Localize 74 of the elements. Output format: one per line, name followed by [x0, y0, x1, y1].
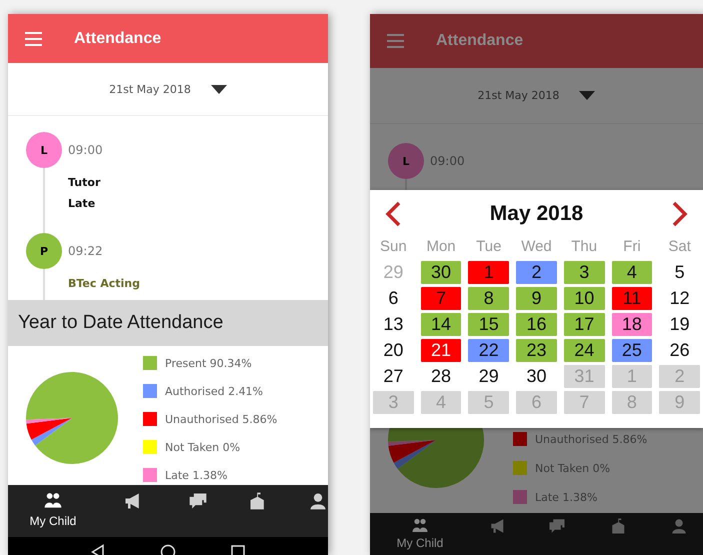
calendar-day[interactable]: 4 [612, 261, 652, 284]
calendar-day[interactable]: 29 [468, 365, 510, 388]
event-time: 09:00 [68, 142, 104, 159]
calendar-day[interactable]: 26 [659, 339, 700, 362]
calendar-day[interactable]: 16 [516, 313, 557, 336]
menu-icon[interactable] [387, 34, 404, 48]
event-time: 09:00 [430, 153, 466, 170]
calendar-day[interactable]: 8 [468, 287, 510, 310]
calendar-day[interactable]: 21 [420, 339, 462, 362]
event-detail: Tutor [68, 175, 102, 191]
legend-label: Unauthorised 5.86% [165, 412, 278, 426]
calendar-day[interactable]: 12 [659, 287, 700, 310]
calendar-day[interactable]: 11 [612, 287, 652, 310]
calendar-day[interactable]: 23 [516, 339, 557, 362]
event-time: 09:22 [68, 243, 104, 260]
chat-icon [548, 517, 566, 535]
subject-name: BTec Acting [68, 276, 142, 292]
attendance-mark: L [26, 132, 62, 168]
weekday-label: Mon [425, 238, 457, 257]
calendar-day[interactable]: 19 [659, 313, 700, 336]
calendar-day[interactable]: 28 [420, 365, 462, 388]
calendar-day[interactable]: 7 [420, 287, 462, 310]
calendar-day[interactable]: 3 [564, 261, 605, 284]
calendar-day[interactable]: 17 [564, 313, 605, 336]
legend-label: Unauthorised 5.86% [535, 432, 648, 446]
calendar-day[interactable]: 2 [516, 261, 557, 284]
calendar-day[interactable]: 27 [373, 365, 414, 388]
caret-icon [210, 84, 227, 94]
menu-icon[interactable] [25, 32, 42, 46]
calendar-day[interactable]: 30 [420, 261, 462, 284]
chevron-right-icon[interactable] [670, 201, 690, 227]
screen-title: Attendance [436, 32, 524, 50]
event-detail: Late [68, 196, 96, 212]
calendar-day[interactable]: 30 [516, 365, 557, 388]
legend-label: Late 1.38% [535, 490, 598, 504]
calendar-day[interactable]: 9 [516, 287, 557, 310]
weekday-label: Sat [667, 238, 692, 257]
attendance-mark: P [26, 233, 62, 269]
legend-label: Not Taken 0% [535, 462, 610, 474]
weekday-label: Tue [475, 238, 502, 257]
date-picker[interactable]: 21st May 2018 [105, 80, 231, 98]
screen-title: Attendance [74, 30, 162, 48]
people-icon [411, 517, 429, 535]
calendar-day[interactable]: 24 [564, 339, 605, 362]
nav-tab[interactable]: My Child [370, 513, 470, 555]
weekday-label: Thu [570, 238, 598, 257]
calendar-day[interactable]: 13 [373, 313, 414, 336]
month-title: May 2018 [490, 202, 584, 226]
calendar-day[interactable]: 20 [373, 339, 414, 362]
calendar-day[interactable]: 10 [564, 287, 605, 310]
weekday-label: Sun [379, 238, 408, 257]
legend-label: Not Taken 0% [165, 440, 240, 454]
caret-icon [579, 91, 596, 100]
person-icon [308, 491, 328, 511]
nav-tab[interactable]: My Child [8, 485, 98, 537]
date-picker[interactable]: 21st May 2018 [474, 87, 600, 104]
person-icon [670, 517, 688, 535]
chat-icon [188, 491, 208, 511]
calendar-day[interactable]: 22 [468, 339, 510, 362]
calendar-day[interactable]: 15 [468, 313, 510, 336]
chevron-left-icon[interactable] [383, 201, 403, 227]
calendar-day[interactable]: 25 [612, 339, 652, 362]
calendar-day[interactable]: 1 [468, 261, 510, 284]
calendar-day[interactable]: 6 [373, 287, 414, 310]
legend-label: Present 90.34% [165, 356, 252, 370]
calendar-day[interactable]: 18 [612, 313, 652, 336]
calendar-day[interactable]: 14 [420, 313, 462, 336]
attendance-mark: L [388, 143, 424, 179]
calendar-day[interactable]: 5 [659, 261, 700, 284]
weekday-label: Wed [520, 238, 553, 257]
weekday-label: Fri [622, 238, 642, 257]
section-header: Year to Date Attendance [8, 300, 328, 346]
legend-label: Authorised 2.41% [165, 384, 264, 398]
legend-label: Late 1.38% [165, 468, 228, 482]
